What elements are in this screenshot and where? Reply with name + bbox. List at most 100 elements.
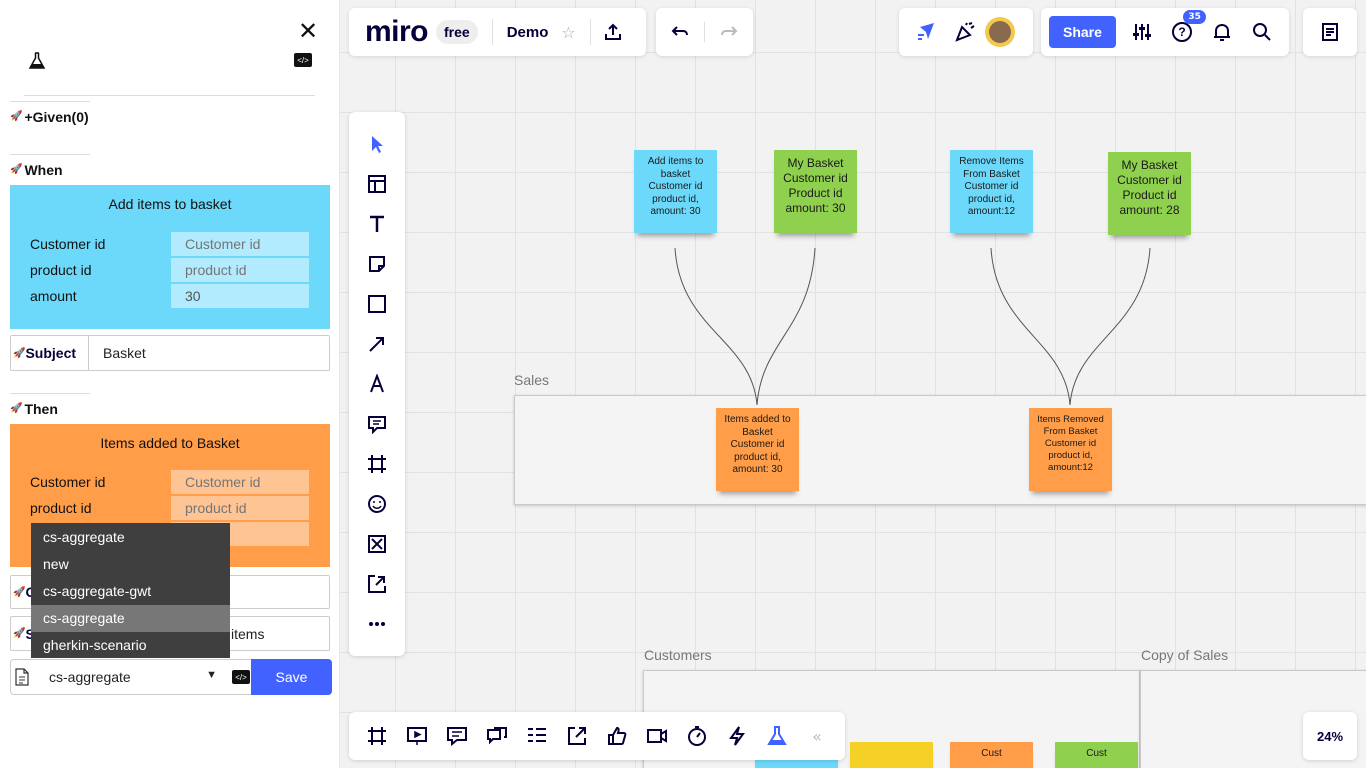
plan-badge[interactable]: free [436,20,478,44]
board-name[interactable]: Demo [507,24,549,41]
product-id-input[interactable] [171,258,309,282]
share-out-icon[interactable] [561,720,593,752]
rocket-icon: 🚀 [10,164,23,175]
timer-icon[interactable] [681,720,713,752]
field-label: Customer id [30,236,106,252]
dropdown-option[interactable]: cs-aggregate [31,524,230,551]
subject-value[interactable]: Basket [89,345,146,361]
when-event-card: Add items to basket Customer id product … [10,185,330,329]
divider [24,95,315,96]
emoji-icon[interactable] [361,488,393,520]
notes-panel-toggle[interactable] [1303,8,1357,56]
creation-toolbar [349,112,405,656]
sticky-note[interactable]: Items Removed From Basket Customer id pr… [1029,408,1112,491]
amount-input[interactable] [171,284,309,308]
dropdown-option[interactable]: new [31,551,230,578]
sticky-note[interactable]: Add items to basket Customer id product … [634,150,717,233]
board-header: miro free Demo ☆ [349,8,646,56]
when-event-title: Add items to basket [108,196,232,212]
flask-icon [28,52,46,70]
top-right-toolbar: Share ? 35 [1041,8,1289,56]
share-button[interactable]: Share [1049,16,1116,48]
field-label: product id [30,262,92,278]
select-cursor-icon[interactable] [361,128,393,160]
collapse-chevron-icon[interactable]: « [801,720,833,752]
rocket-icon: 🚀 [13,347,26,359]
dropdown-option[interactable]: gherkin-scenario [31,632,230,659]
field-label: product id [30,500,92,516]
rocket-icon: 🚀 [13,586,26,598]
lightning-icon[interactable] [721,720,753,752]
undo-icon[interactable] [664,16,696,48]
sticky-note[interactable]: My Basket Customer id Product id amount:… [1108,152,1191,235]
more-tools-icon[interactable] [361,608,393,640]
sticky-note[interactable]: My Basket Customer id Product id amount:… [774,150,857,233]
sticky-note[interactable]: Items added to Basket Customer id produc… [716,408,799,491]
given-label: +Given(0) [24,108,89,125]
upload-icon[interactable] [361,568,393,600]
board-canvas[interactable]: Sales Customers Copy of Sales Add items … [340,0,1366,768]
comments-icon[interactable] [441,720,473,752]
dropdown-option-highlighted[interactable]: cs-aggregate [31,605,230,632]
rocket-icon: 🚀 [10,111,23,122]
sticky-note-icon[interactable] [361,248,393,280]
video-call-icon[interactable] [641,720,673,752]
close-icon[interactable]: ✕ [298,20,318,44]
star-icon[interactable]: ☆ [552,16,584,48]
pen-icon[interactable] [361,368,393,400]
bell-icon[interactable] [1206,16,1238,48]
cards-icon[interactable] [521,720,553,752]
collaboration-tools [899,8,1033,56]
settings-sliders-icon[interactable] [1126,16,1158,48]
search-icon[interactable] [1246,16,1278,48]
frame-icon[interactable] [361,448,393,480]
rocket-icon: 🚀 [10,403,23,414]
sticky-note[interactable]: Cust [1055,742,1138,768]
miro-logo: miro [365,15,429,48]
redo-icon[interactable] [713,16,745,48]
product-id-input[interactable] [171,496,309,520]
when-field-row: Customer id [30,232,310,256]
when-field-row: amount [30,284,310,308]
then-field-row: product id [30,496,310,520]
collaboration-toolbar: « [349,712,845,760]
voting-thumbs-up-icon[interactable] [601,720,633,752]
field-label: Customer id [30,474,106,490]
flask-plugin-icon[interactable] [761,720,793,752]
presentation-icon[interactable] [401,720,433,752]
celebrate-icon[interactable] [949,16,981,48]
templates-icon[interactable] [361,168,393,200]
divider [704,22,705,42]
when-section-label: 🚀 When [10,154,90,184]
shape-icon[interactable] [361,288,393,320]
help-icon[interactable]: ? 35 [1166,10,1206,48]
cursor-tracking-icon[interactable] [911,16,943,48]
dropdown-option[interactable]: cs-aggregate-gwt [31,578,230,605]
notes-icon [1314,16,1346,48]
code-icon[interactable]: </> [294,53,312,67]
customer-id-input[interactable] [171,470,309,494]
comment-icon[interactable] [361,408,393,440]
template-footer: cs-aggregate ▼ </> Save [10,659,332,695]
connection-line-icon[interactable] [361,328,393,360]
svg-text:?: ? [1178,25,1185,39]
template-select[interactable]: cs-aggregate ▼ [33,669,229,685]
sticky-note[interactable] [850,742,933,768]
frames-icon[interactable] [361,720,393,752]
template-dropdown-list: cs-aggregate new cs-aggregate-gwt cs-agg… [31,523,230,658]
when-field-row: product id [30,258,310,282]
customer-id-input[interactable] [171,232,309,256]
chat-icon[interactable] [481,720,513,752]
zoom-level[interactable]: 24% [1303,712,1357,760]
sticky-note[interactable]: Cust [950,742,1033,768]
text-icon[interactable] [361,208,393,240]
code-icon[interactable]: </> [232,670,250,684]
export-icon[interactable] [597,16,629,48]
document-icon[interactable] [11,668,33,686]
sticky-note[interactable]: Remove Items From Basket Customer id pro… [950,150,1033,233]
save-button[interactable]: Save [251,659,332,695]
given-section-toggle[interactable]: 🚀 +Given(0) [10,101,90,131]
avatar[interactable] [985,17,1015,47]
app-plugin-icon[interactable] [361,528,393,560]
connector-lines [674,247,1151,406]
